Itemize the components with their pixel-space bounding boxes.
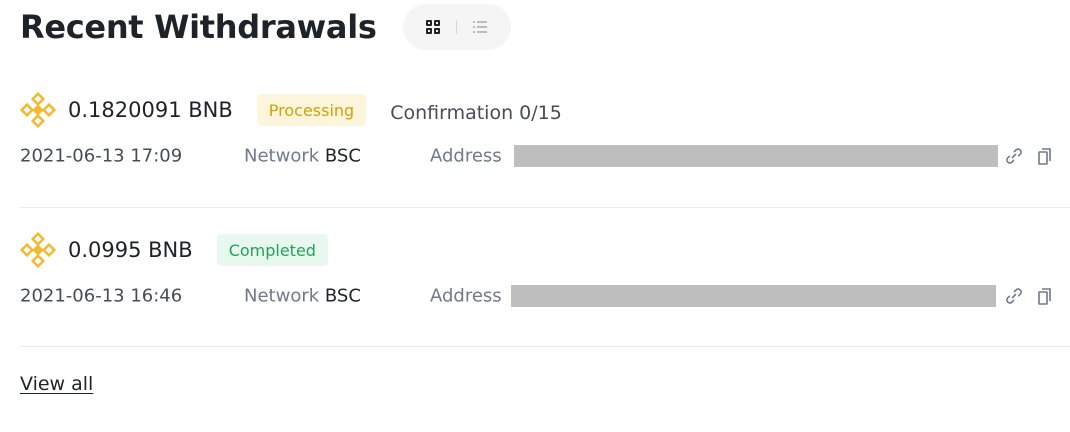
page-title: Recent Withdrawals (20, 8, 377, 46)
list-icon (473, 21, 488, 33)
withdrawal-date: 2021-06-13 17:09 (20, 145, 183, 167)
status-badge: Completed (216, 234, 328, 266)
network-label: Network (244, 285, 320, 307)
withdrawal-amount: 0.1820091 BNB (68, 98, 233, 122)
address-redacted (514, 145, 998, 167)
status-badge: Processing (256, 94, 367, 126)
bnb-icon (20, 232, 56, 268)
view-toggle (402, 4, 511, 50)
network-value: BSC (324, 285, 361, 307)
address-label: Address (430, 285, 502, 307)
divider (20, 346, 1070, 347)
link-icon[interactable] (1003, 145, 1025, 167)
list-view-button[interactable] (463, 10, 497, 44)
network-label: Network (244, 145, 320, 167)
withdrawal-date: 2021-06-13 16:46 (20, 285, 183, 307)
grid-view-button[interactable] (416, 10, 450, 44)
link-icon[interactable] (1003, 285, 1025, 307)
confirmation-count: Confirmation 0/15 (390, 102, 562, 124)
network-value: BSC (324, 145, 361, 167)
network-info: Network BSC (244, 146, 361, 167)
copy-icon[interactable] (1033, 285, 1055, 307)
divider (20, 207, 1070, 208)
address-redacted (511, 285, 996, 307)
address-label: Address (430, 145, 502, 167)
toggle-divider (456, 20, 458, 34)
grid-icon (426, 20, 441, 34)
view-all-link[interactable]: View all (20, 373, 93, 395)
withdrawal-amount: 0.0995 BNB (68, 238, 193, 262)
bnb-icon (20, 92, 56, 128)
copy-icon[interactable] (1033, 145, 1055, 167)
header: Recent Withdrawals (20, 0, 511, 54)
network-info: Network BSC (244, 286, 361, 307)
